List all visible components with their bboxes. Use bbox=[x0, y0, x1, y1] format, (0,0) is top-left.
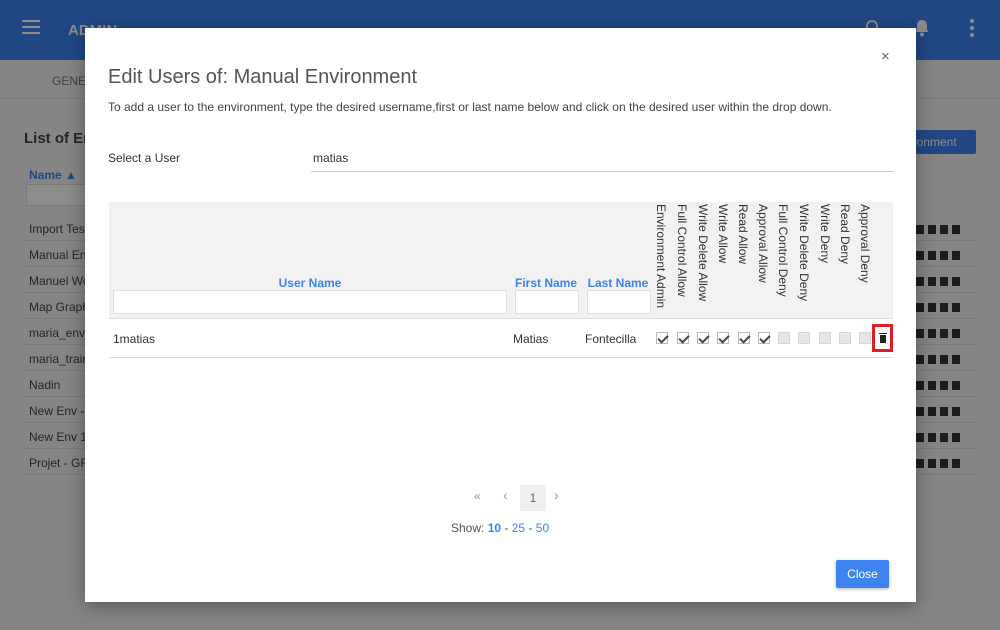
first-page-button[interactable]: « bbox=[474, 489, 481, 503]
page-size-10[interactable]: 10 bbox=[488, 521, 501, 535]
select-user-input[interactable] bbox=[311, 144, 893, 172]
select-user-label: Select a User bbox=[108, 151, 181, 165]
perm-header-full-control-deny: Full Control Deny bbox=[776, 204, 790, 297]
perm-checkbox-read-deny[interactable] bbox=[839, 332, 851, 344]
perm-checkbox-write-allow[interactable] bbox=[717, 332, 729, 344]
perm-checkbox-approval-allow[interactable] bbox=[758, 332, 770, 344]
perm-checkbox-full-control-deny[interactable] bbox=[778, 332, 790, 344]
trash-icon bbox=[879, 333, 887, 343]
first-name-filter-input[interactable] bbox=[515, 290, 579, 314]
perm-checkbox-environment-admin[interactable] bbox=[656, 332, 668, 344]
perm-header-approval-deny: Approval Deny bbox=[858, 204, 872, 283]
perm-header-write-delete-deny: Write Delete Deny bbox=[797, 204, 811, 302]
last-name-filter-input[interactable] bbox=[587, 290, 651, 314]
perm-header-approval-allow: Approval Allow bbox=[756, 204, 770, 283]
current-page[interactable]: 1 bbox=[520, 485, 546, 511]
perm-header-environment-admin: Environment Admin bbox=[654, 204, 668, 309]
show-label: Show: bbox=[451, 521, 485, 535]
perm-header-write-allow: Write Allow bbox=[716, 204, 730, 264]
delete-user-button[interactable] bbox=[872, 324, 893, 352]
page-size-separator: - bbox=[528, 521, 533, 535]
user-name-column-header[interactable]: User Name bbox=[113, 276, 507, 290]
modal-title: Edit Users of: Manual Environment bbox=[108, 66, 418, 88]
page-size-selector: Show: 10 - 25 - 50 bbox=[451, 521, 549, 535]
page-size-50[interactable]: 50 bbox=[536, 521, 549, 535]
perm-header-write-delete-allow: Write Delete Allow bbox=[696, 204, 710, 302]
users-table: User Name First Name Last Name Environme… bbox=[109, 202, 893, 358]
user-name-cell: 1matias bbox=[113, 332, 156, 346]
perm-header-write-deny: Write Deny bbox=[818, 204, 832, 264]
prev-page-button[interactable]: ‹ bbox=[503, 487, 508, 503]
perm-checkbox-write-deny[interactable] bbox=[819, 332, 831, 344]
perm-checkbox-full-control-allow[interactable] bbox=[677, 332, 689, 344]
edit-users-modal: × Edit Users of: Manual Environment To a… bbox=[85, 28, 916, 602]
first-name-cell: Matias bbox=[513, 332, 549, 346]
page-size-25[interactable]: 25 bbox=[512, 521, 525, 535]
perm-header-read-allow: Read Allow bbox=[736, 204, 750, 265]
last-name-cell: Fontecilla bbox=[585, 332, 637, 346]
modal-description: To add a user to the environment, type t… bbox=[108, 100, 832, 114]
close-icon[interactable]: × bbox=[881, 48, 890, 65]
perm-checkbox-approval-deny[interactable] bbox=[859, 332, 871, 344]
perm-checkbox-read-allow[interactable] bbox=[738, 332, 750, 344]
first-name-column-header[interactable]: First Name bbox=[513, 276, 579, 290]
table-row: 1matias Matias Fontecilla bbox=[109, 320, 893, 358]
page-size-separator: - bbox=[504, 521, 509, 535]
perm-header-read-deny: Read Deny bbox=[838, 204, 852, 265]
perm-checkbox-write-delete-allow[interactable] bbox=[697, 332, 709, 344]
user-name-filter-input[interactable] bbox=[113, 290, 507, 314]
next-page-button[interactable]: › bbox=[554, 487, 559, 503]
last-name-column-header[interactable]: Last Name bbox=[585, 276, 651, 290]
perm-header-full-control-allow: Full Control Allow bbox=[675, 204, 689, 297]
pagination: « ‹ 1 › bbox=[85, 485, 916, 511]
perm-checkbox-write-delete-deny[interactable] bbox=[798, 332, 810, 344]
close-button[interactable]: Close bbox=[836, 560, 889, 588]
table-header: User Name First Name Last Name Environme… bbox=[109, 202, 893, 319]
